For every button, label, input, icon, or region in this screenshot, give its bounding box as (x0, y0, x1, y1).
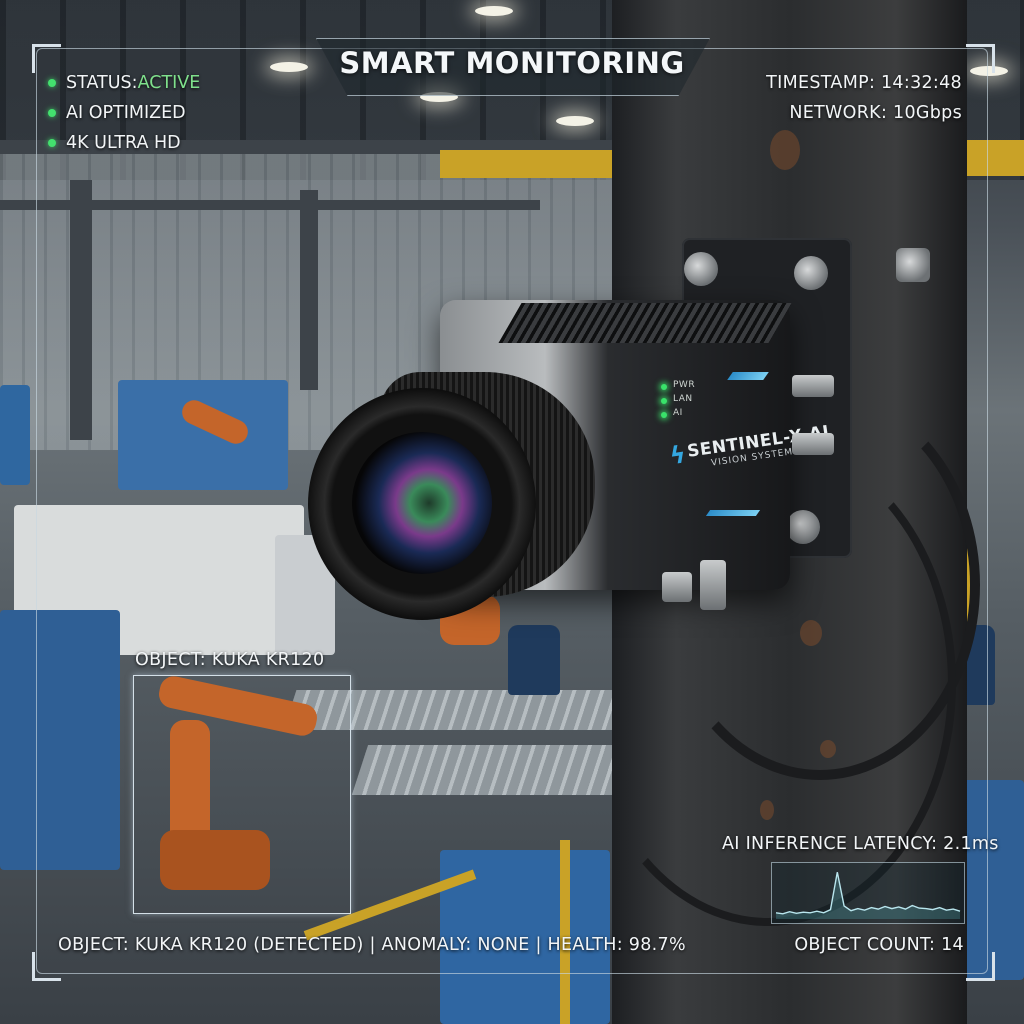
hud-corner (966, 44, 995, 73)
led-label: LAN (673, 394, 693, 404)
detection-bounding-box (133, 675, 351, 914)
detection-summary: OBJECT: KUKA KR120 (DETECTED) | ANOMALY:… (58, 935, 686, 955)
ceiling-light (270, 62, 308, 72)
pwr-led-icon (661, 384, 667, 390)
worker (508, 625, 560, 695)
camera-vents (498, 303, 792, 343)
latency-label: AI INFERENCE LATENCY: 2.1ms (722, 834, 999, 854)
crane-beam (440, 150, 620, 178)
network-speed: NETWORK: 10Gbps (789, 103, 962, 123)
bolt (794, 256, 828, 290)
bolt (896, 248, 930, 282)
object-count: OBJECT COUNT: 14 (794, 935, 964, 955)
status-dot-icon (48, 109, 56, 117)
indicator-ai-optimized: AI OPTIMIZED (66, 103, 186, 123)
timestamp: TIMESTAMP: 14:32:48 (766, 73, 962, 93)
status-row: AI OPTIMIZED (48, 98, 200, 128)
bolt (684, 252, 718, 286)
hud-corner (966, 952, 995, 981)
column (70, 180, 92, 440)
ceiling-light (475, 6, 513, 16)
latency-sparkline (771, 862, 965, 924)
rust-spot (770, 130, 800, 170)
lan-led-icon (661, 398, 667, 404)
blue-machine (0, 610, 120, 870)
page-title: SMART MONITORING (339, 46, 685, 80)
status-prefix: STATUS: (66, 73, 138, 93)
indicator-resolution: 4K ULTRA HD (66, 133, 181, 153)
column (300, 190, 318, 390)
status-row: 4K ULTRA HD (48, 128, 200, 158)
blue-machine (118, 380, 288, 490)
status-row: STATUS: ACTIVE (48, 68, 200, 98)
status-list: STATUS: ACTIVE AI OPTIMIZED 4K ULTRA HD (48, 68, 200, 158)
led-label: PWR (673, 380, 696, 390)
detection-label: OBJECT: KUKA KR120 (135, 650, 325, 670)
status-dot-icon (48, 79, 56, 87)
system-info: TIMESTAMP: 14:32:48 NETWORK: 10Gbps (766, 68, 962, 128)
ceiling-light (556, 116, 594, 126)
status-value: ACTIVE (137, 73, 201, 93)
led-label: AI (673, 408, 683, 418)
conveyor-belt (351, 745, 629, 795)
safety-rail (560, 840, 570, 1024)
ai-led-icon (661, 412, 667, 418)
hud-corner (32, 952, 61, 981)
brand-stripe (727, 372, 769, 380)
blue-machine (0, 385, 30, 485)
status-dot-icon (48, 139, 56, 147)
crane-beam (965, 140, 1024, 176)
sparkline-line (775, 872, 961, 915)
camera-lens-glass (352, 432, 492, 574)
